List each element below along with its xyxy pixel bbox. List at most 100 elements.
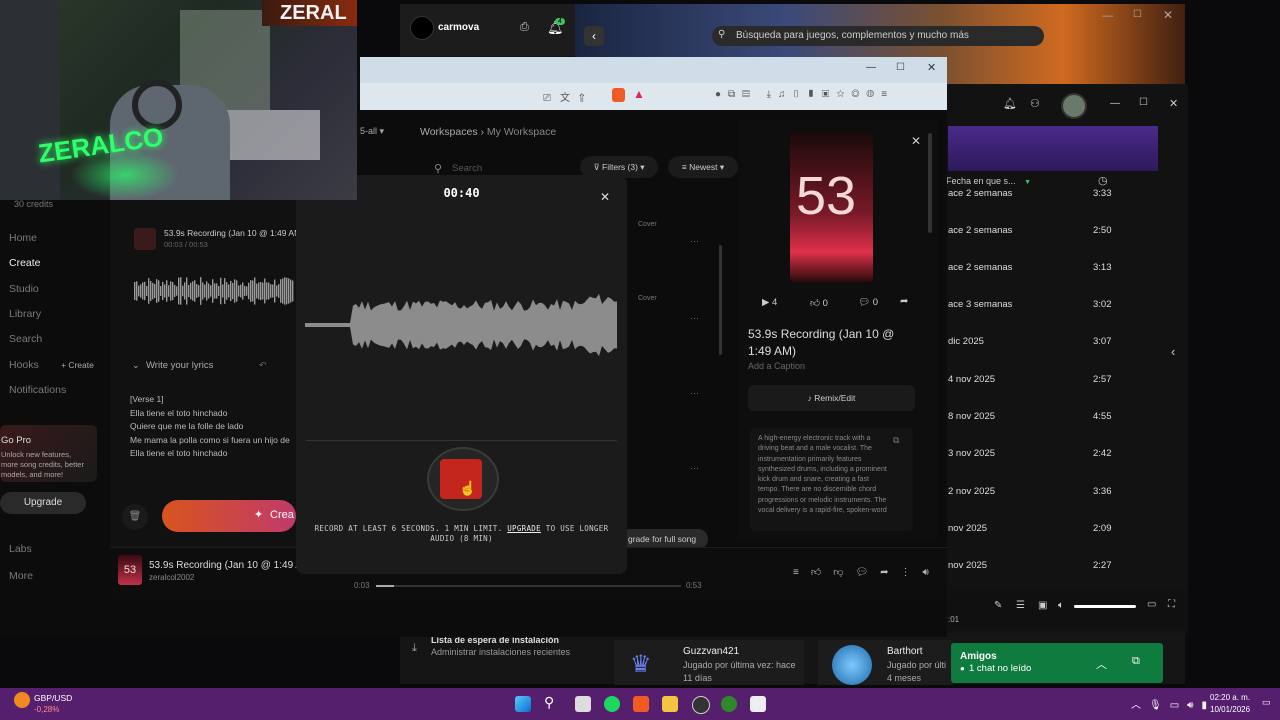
- minimize-icon[interactable]: —: [866, 62, 876, 73]
- queue-icon[interactable]: ☰: [1016, 600, 1025, 611]
- player-title[interactable]: 53.9s Recording (Jan 10 @ 1:49 AM): [149, 560, 314, 571]
- stock-widget-icon[interactable]: [14, 692, 30, 708]
- date-added-column[interactable]: Fecha en que s... ▼: [946, 176, 1031, 186]
- external-link-icon[interactable]: ⧉: [1132, 655, 1140, 668]
- workspace-filter-dropdown[interactable]: 5-all ▾: [360, 126, 384, 137]
- network-icon[interactable]: ▭: [1170, 700, 1187, 711]
- volume-icon[interactable]: 🔊︎: [923, 567, 941, 578]
- nav-library[interactable]: Library: [9, 308, 41, 320]
- notification-center-icon[interactable]: ▭: [1262, 697, 1271, 708]
- more-icon[interactable]: ···: [690, 313, 699, 323]
- nav-hooks[interactable]: Hooks: [9, 359, 39, 371]
- list-scrollbar[interactable]: [719, 245, 722, 355]
- player-artist[interactable]: zeralcol2002: [149, 573, 194, 582]
- chat-icon[interactable]: ⎙: [520, 21, 529, 34]
- nav-labs[interactable]: Labs: [9, 543, 32, 555]
- more-icon[interactable]: ⋮: [901, 567, 923, 578]
- more-icon[interactable]: ···: [690, 236, 699, 246]
- upgrade-full-song-button[interactable]: grade for full song: [620, 529, 708, 549]
- chevron-up-icon[interactable]: ︿: [1096, 656, 1107, 672]
- close-icon[interactable]: ✕: [1169, 97, 1178, 110]
- breadcrumb-workspaces[interactable]: Workspaces: [420, 126, 478, 138]
- more-icon[interactable]: ···: [690, 463, 699, 473]
- play-count-value: 4: [771, 297, 778, 308]
- obs-icon[interactable]: [692, 696, 710, 714]
- nav-search[interactable]: Search: [9, 333, 42, 345]
- ticker-name[interactable]: GBP/USD: [34, 693, 72, 703]
- nav-create[interactable]: Create: [9, 257, 41, 269]
- comment-icon[interactable]: 💬︎: [855, 567, 880, 578]
- like-count[interactable]: 👍︎ 0: [810, 297, 828, 309]
- avatar[interactable]: [1061, 93, 1087, 119]
- xbox-search-input[interactable]: Búsqueda para juegos, complementos y muc…: [712, 26, 1044, 46]
- nav-studio[interactable]: Studio: [9, 283, 39, 295]
- share-icon[interactable]: ➦: [900, 296, 908, 307]
- remix-button[interactable]: ♪ Remix/Edit: [748, 385, 915, 411]
- file-explorer-icon[interactable]: [662, 696, 678, 712]
- sort-button[interactable]: ≡ Newest ▾: [668, 156, 738, 178]
- more-icon[interactable]: ···: [690, 388, 699, 398]
- create-button[interactable]: ✦ Crea: [162, 500, 296, 532]
- volume-icon[interactable]: 🔈︎: [1058, 600, 1064, 611]
- lyrics-editor[interactable]: [Verse 1] Ella tiene el toto hinchado Qu…: [130, 393, 295, 461]
- close-icon[interactable]: ✕: [911, 134, 921, 148]
- xbox-icon[interactable]: [721, 696, 737, 712]
- xbox-avatar[interactable]: [410, 16, 434, 40]
- add-caption[interactable]: Add a Caption: [748, 361, 805, 371]
- close-icon[interactable]: ✕: [927, 61, 936, 74]
- nav-home[interactable]: Home: [9, 232, 37, 244]
- clock-date[interactable]: 10/01/2026: [1210, 705, 1250, 714]
- hooks-create-button[interactable]: + Create: [61, 360, 94, 370]
- close-icon[interactable]: ✕: [1163, 8, 1173, 22]
- recording-waveform[interactable]: [134, 266, 294, 316]
- task-view-icon[interactable]: [575, 696, 591, 712]
- queue-icon[interactable]: ≡: [793, 567, 811, 578]
- brave-shield-icon[interactable]: [612, 88, 625, 102]
- nav-notifications[interactable]: Notifications: [9, 384, 66, 396]
- app-icon[interactable]: [750, 696, 766, 712]
- search-input[interactable]: Search: [452, 163, 482, 174]
- lyrics-icon[interactable]: ✎: [994, 600, 1002, 611]
- detail-scrollbar[interactable]: [928, 133, 932, 233]
- volume-icon[interactable]: 🔊︎: [1187, 700, 1201, 711]
- chevron-left-icon[interactable]: ‹: [1171, 344, 1175, 359]
- friends-icon[interactable]: ⚇: [1030, 97, 1040, 110]
- undo-icon[interactable]: ↶: [259, 360, 267, 371]
- upgrade-button[interactable]: Upgrade: [0, 492, 86, 514]
- lyrics-toggle[interactable]: Write your lyrics: [146, 360, 213, 371]
- waveform-bar: [218, 286, 220, 296]
- search-icon[interactable]: ⚲: [544, 694, 554, 711]
- trash-icon[interactable]: 🗑︎: [122, 504, 148, 530]
- copy-icon[interactable]: ⧉: [893, 435, 899, 446]
- maximize-icon[interactable]: ☐: [1139, 97, 1148, 108]
- brave-icon[interactable]: [633, 696, 649, 712]
- upgrade-link[interactable]: UPGRADE: [507, 524, 541, 533]
- minimize-icon[interactable]: —: [1110, 98, 1120, 109]
- comment-count[interactable]: 💬︎ 0: [858, 297, 878, 308]
- miniplayer-icon[interactable]: ▭: [1147, 599, 1156, 610]
- close-icon[interactable]: ✕: [598, 190, 612, 204]
- spotify-icon[interactable]: [604, 696, 620, 712]
- back-button[interactable]: ‹: [584, 26, 604, 46]
- thumbs-up-icon[interactable]: 👍︎: [811, 567, 833, 578]
- player-thumb[interactable]: 53: [118, 555, 142, 585]
- chevron-up-icon[interactable]: ︿: [1131, 700, 1149, 711]
- play-count[interactable]: ▶ 4: [762, 297, 777, 308]
- fullscreen-icon[interactable]: ⛶: [1168, 599, 1175, 610]
- xbox-username[interactable]: carmova: [438, 22, 479, 33]
- bell-icon[interactable]: 🔔︎: [1003, 97, 1017, 110]
- nav-more[interactable]: More: [9, 570, 33, 582]
- minimize-icon[interactable]: —: [1102, 10, 1113, 22]
- share-icon[interactable]: ➦: [880, 567, 900, 578]
- brave-rewards-icon[interactable]: ▲: [633, 87, 645, 101]
- maximize-icon[interactable]: ☐: [896, 62, 905, 73]
- mic-icon[interactable]: 🎙︎: [1149, 700, 1170, 711]
- recording-thumb[interactable]: [134, 228, 156, 250]
- clock-time[interactable]: 02:20 a. m.: [1210, 693, 1250, 702]
- maximize-icon[interactable]: ☐: [1133, 9, 1142, 20]
- thumbs-down-icon[interactable]: 👎︎: [833, 567, 855, 578]
- windows-start-icon[interactable]: [515, 696, 531, 712]
- device-icon[interactable]: ▣: [1038, 600, 1047, 611]
- volume-slider[interactable]: [1074, 605, 1136, 608]
- progress-track[interactable]: [376, 585, 681, 587]
